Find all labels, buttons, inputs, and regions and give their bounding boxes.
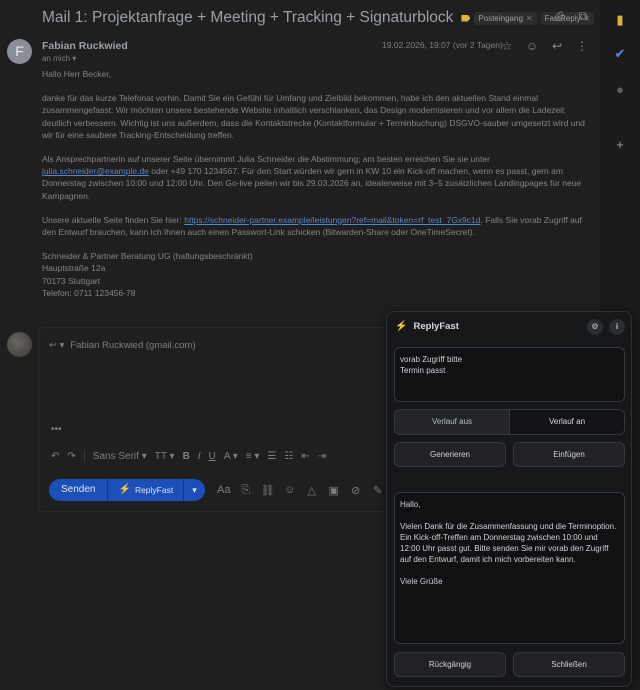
label-chip-text: Posteingang — [478, 13, 523, 23]
recipient-text: an mich — [42, 54, 71, 63]
indent-more-icon[interactable]: ⇥ — [318, 451, 326, 462]
generated-reply-output[interactable]: Hallo, Vielen Dank für die Zusammenfassu… — [394, 492, 625, 644]
text: Unsere aktuelle Seite finden Sie hier: — [42, 214, 185, 225]
reply-header: ↩ ▾ Fabian Ruckwied (gmail.com) — [49, 340, 196, 351]
reply-icon[interactable]: ↩ — [550, 39, 564, 53]
open-in-new-window-icon[interactable]: ⧉ — [576, 9, 590, 23]
settings-gear-icon[interactable]: ⚙ — [587, 319, 603, 335]
send-row: Senden ⚡ReplyFast ▾ Aa ⎘ ⛓ ☺ △ ▣ ⊘ ✎ ⋮ — [49, 479, 411, 501]
formatting-options-icon[interactable]: Aa — [217, 484, 231, 496]
remove-label-icon[interactable]: ✕ — [526, 14, 533, 23]
indent-less-icon[interactable]: ⇤ — [301, 451, 309, 462]
text-color-icon[interactable]: A ▾ — [224, 451, 238, 462]
panel-title: ReplyFast — [413, 321, 459, 332]
email-link[interactable]: julia.schneider@example.de — [42, 166, 149, 176]
formatting-toolbar: ↶ ↷ Sans Serif ▾ TT ▾ B I U A ▾ ≡ ▾ ☰ ☷ … — [51, 450, 326, 462]
more-options-icon[interactable]: ⋮ — [575, 39, 589, 53]
reply-type-icon[interactable]: ↩ ▾ — [49, 340, 64, 351]
label-chip-inbox[interactable]: Posteingang ✕ — [474, 11, 537, 25]
send-options-icon[interactable]: ▾ — [183, 479, 205, 501]
confidential-mode-icon[interactable]: ⊘ — [349, 484, 363, 497]
bulleted-list-icon[interactable]: ☷ — [284, 451, 293, 462]
send-button[interactable]: Senden — [49, 479, 108, 501]
add-addon-icon[interactable]: + — [612, 137, 628, 153]
keep-icon[interactable]: ▮ — [612, 12, 628, 28]
email-body: Hallo Herr Becker, danke für das kurze T… — [42, 68, 588, 299]
underline-icon[interactable]: U — [209, 451, 216, 462]
paragraph-2: Als Ansprechpartnerin auf unserer Seite … — [42, 153, 588, 202]
reply-recipient[interactable]: Fabian Ruckwied (gmail.com) — [70, 340, 195, 351]
font-select[interactable]: Sans Serif ▾ — [93, 451, 147, 462]
recipient-line[interactable]: an mich ▾ — [42, 54, 76, 63]
align-icon[interactable]: ≡ ▾ — [246, 451, 260, 462]
email-date: 19.02.2026, 19:07 (vor 2 Tagen) — [382, 40, 503, 50]
reply-avatar — [7, 332, 32, 357]
font-name: Sans Serif — [92, 450, 139, 462]
lightning-icon: ⚡ — [395, 321, 408, 332]
undo-button[interactable]: Rückgängig — [394, 652, 506, 677]
paragraph-1: danke für das kurze Telefonat vorhin. Da… — [42, 93, 585, 140]
instruction-input[interactable]: vorab Zugriff bitte Termin passt — [394, 347, 625, 402]
history-on-option[interactable]: Verlauf an — [510, 410, 624, 434]
paragraph-3: Unsere aktuelle Seite finden Sie hier: h… — [42, 214, 588, 238]
emoji-icon[interactable]: ☺ — [525, 39, 539, 53]
sender-name: Fabian Ruckwied — [42, 40, 128, 52]
link-icon[interactable]: ⛓ — [261, 484, 275, 497]
drive-icon[interactable]: △ — [305, 484, 319, 497]
font-size-icon[interactable]: TT ▾ — [155, 451, 175, 462]
numbered-list-icon[interactable]: ☰ — [267, 451, 276, 462]
info-icon[interactable]: i — [609, 319, 625, 335]
star-icon[interactable]: ☆ — [500, 39, 514, 53]
signature-line: Hauptstraße 12a — [42, 263, 106, 274]
signature-line: Telefon: 0711 123456-78 — [42, 287, 136, 298]
show-trimmed-content-icon[interactable]: ••• — [51, 424, 62, 435]
text: Als Ansprechpartnerin auf unserer Seite … — [42, 154, 490, 165]
replyfast-label: ReplyFast — [134, 485, 174, 495]
website-link[interactable]: https://schneider-partner.example/leistu… — [184, 215, 480, 225]
undo-icon[interactable]: ↶ — [51, 451, 59, 462]
tasks-icon[interactable]: ✔ — [612, 46, 628, 62]
chevron-down-icon: ▾ — [72, 54, 77, 63]
lightning-icon: ⚡ — [118, 484, 131, 495]
divider — [83, 450, 85, 462]
bold-icon[interactable]: B — [183, 451, 190, 462]
close-button[interactable]: Schließen — [513, 652, 625, 677]
history-off-option[interactable]: Verlauf aus — [395, 410, 510, 434]
subject-row: Mail 1: Projektanfrage + Meeting + Track… — [42, 6, 600, 30]
generate-button[interactable]: Generieren — [394, 442, 506, 467]
redo-icon[interactable]: ↷ — [67, 451, 75, 462]
signature-line: 70173 Stuttgart — [42, 275, 101, 286]
photo-icon[interactable]: ▣ — [327, 484, 341, 497]
history-toggle: Verlauf aus Verlauf an — [394, 409, 625, 435]
label-icon — [461, 14, 471, 22]
app: Mail 1: Projektanfrage + Meeting + Track… — [0, 0, 640, 690]
signature: Schneider & Partner Beratung UG (haftung… — [42, 250, 588, 299]
replyfast-panel: ⚡ ReplyFast ⚙ i vorab Zugriff bitte Term… — [386, 311, 632, 687]
signature-icon[interactable]: ✎ — [371, 484, 385, 497]
panel-header: ⚡ ReplyFast — [395, 321, 459, 332]
sender-avatar: F — [7, 39, 32, 64]
replyfast-button[interactable]: ⚡ ReplyFast — [107, 479, 184, 501]
email-subject: Mail 1: Projektanfrage + Meeting + Track… — [42, 9, 454, 26]
print-icon[interactable]: ⎙ — [553, 9, 567, 23]
emoji-icon[interactable]: ☺ — [283, 484, 297, 496]
signature-line: Schneider & Partner Beratung UG (haftung… — [42, 251, 253, 262]
insert-button[interactable]: Einfügen — [513, 442, 625, 467]
greeting: Hallo Herr Becker, — [42, 69, 111, 79]
contacts-icon[interactable]: ● — [612, 82, 628, 98]
attach-icon[interactable]: ⎘ — [239, 484, 253, 497]
italic-icon[interactable]: I — [198, 451, 201, 462]
